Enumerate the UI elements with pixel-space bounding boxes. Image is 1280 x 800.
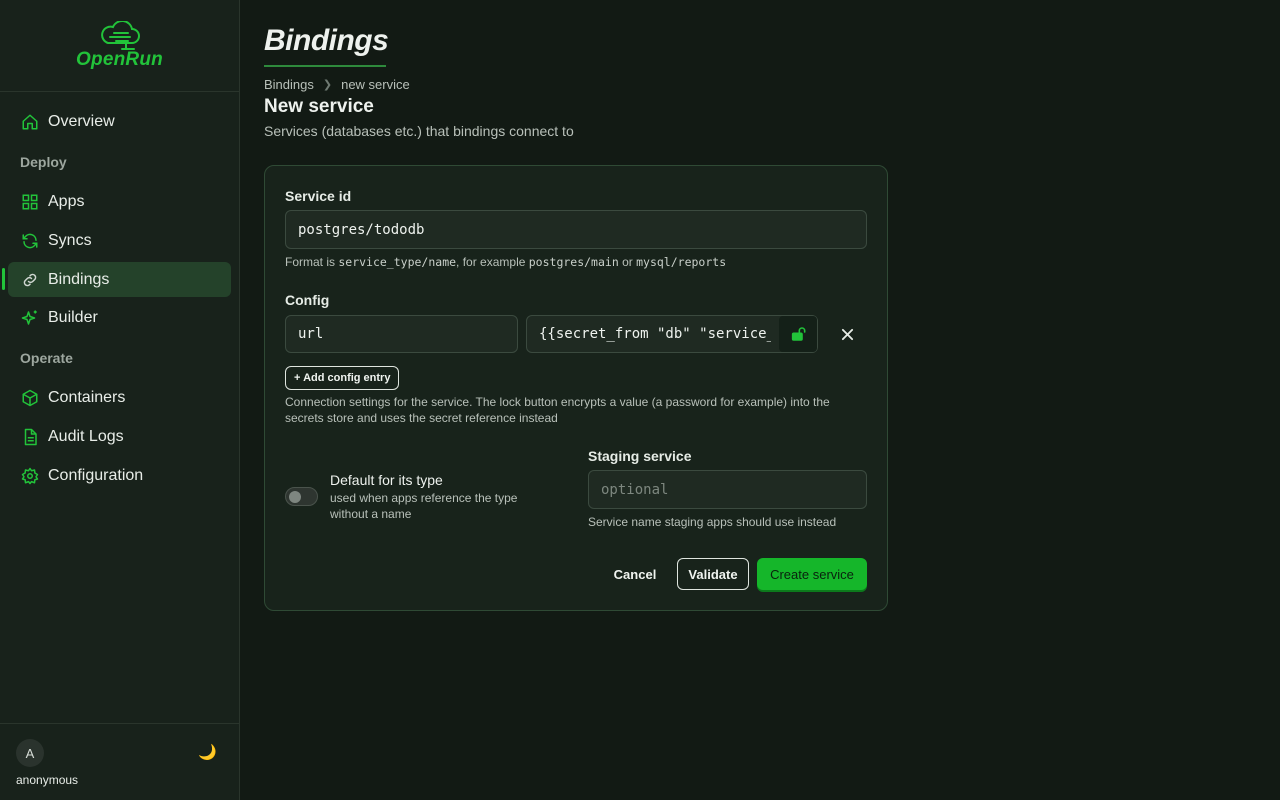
sidebar-item-label: Configuration [48,466,144,484]
sidebar-item-configuration[interactable]: Configuration [8,458,231,493]
lock-button[interactable] [779,316,817,352]
add-config-entry-button[interactable]: + Add config entry [285,366,400,390]
staging-help: Service name staging apps should use ins… [588,515,837,529]
app-name: OpenRun [76,48,163,70]
breadcrumb: Bindings ❯ new service [264,77,410,92]
sidebar-item-containers[interactable]: Containers [8,380,231,415]
page-title: Bindings [264,24,389,57]
logo[interactable]: OpenRun [0,0,239,92]
sidebar-item-builder[interactable]: Builder [8,300,231,335]
help-code: service_type/name [338,255,457,269]
validate-button[interactable]: Validate [677,558,749,590]
title-underline [264,65,386,67]
create-service-button[interactable]: Create service [757,558,867,590]
staging-label: Staging service [588,448,692,464]
moon-icon[interactable]: 🌙 [198,743,217,761]
help-code: postgres/main [528,255,619,269]
breadcrumb-current: new service [341,77,410,92]
sidebar-item-label: Containers [48,388,126,406]
sparkle-icon [20,308,40,328]
config-key-input[interactable] [285,315,518,353]
sidebar-item-label: Bindings [48,270,110,288]
service-id-help: Format is service_type/name, for example… [285,254,726,270]
config-help: Connection settings for the service. The… [285,395,830,425]
unlock-icon [791,327,806,341]
active-indicator [2,268,5,290]
section-deploy: Deploy [20,154,67,170]
default-toggle-description: used when apps reference the type withou… [330,491,518,521]
refresh-icon [20,231,40,251]
cancel-button[interactable]: Cancel [606,558,664,590]
config-value-input[interactable] [526,315,818,353]
home-icon [20,112,40,132]
sidebar-item-apps[interactable]: Apps [8,184,231,219]
cloud-logo-icon [100,20,140,50]
sidebar-item-syncs[interactable]: Syncs [8,223,231,258]
default-toggle-title: Default for its type [330,472,443,488]
sidebar-item-label: Builder [48,308,98,326]
breadcrumb-bindings[interactable]: Bindings [264,77,314,92]
grid-icon [20,192,40,212]
help-text: or [618,255,637,269]
sidebar-item-label: Syncs [48,231,92,249]
gear-icon [20,466,40,486]
box-icon [20,388,40,408]
sidebar-item-audit-logs[interactable]: Audit Logs [8,419,231,454]
avatar[interactable]: A [16,739,44,767]
default-toggle[interactable] [285,487,318,506]
service-id-input[interactable] [285,210,867,249]
help-code: mysql/reports [636,255,727,269]
staging-service-input[interactable] [588,470,867,509]
username: anonymous [16,773,79,787]
close-icon [841,328,853,340]
user-area: A anonymous 🌙 [0,723,239,800]
sidebar-item-label: Overview [48,112,115,130]
section-operate: Operate [20,350,73,366]
page-heading: New service [264,96,374,117]
config-label: Config [285,292,330,308]
page-subheading: Services (databases etc.) that bindings … [264,123,574,139]
chevron-right-icon: ❯ [322,79,333,91]
document-icon [20,427,40,447]
remove-entry-button[interactable] [836,323,858,345]
sidebar-item-bindings[interactable]: Bindings [8,262,231,297]
sidebar-item-label: Audit Logs [48,427,124,445]
sidebar-item-label: Apps [48,192,85,210]
link-icon [20,270,40,290]
sidebar-item-overview[interactable]: Overview [8,104,231,139]
service-id-label: Service id [285,188,352,204]
toggle-knob [289,491,301,503]
sidebar: OpenRun Overview Deploy Apps Syncs Bindi… [0,0,240,800]
help-text: Format is [285,255,339,269]
help-text: , for example [456,255,529,269]
